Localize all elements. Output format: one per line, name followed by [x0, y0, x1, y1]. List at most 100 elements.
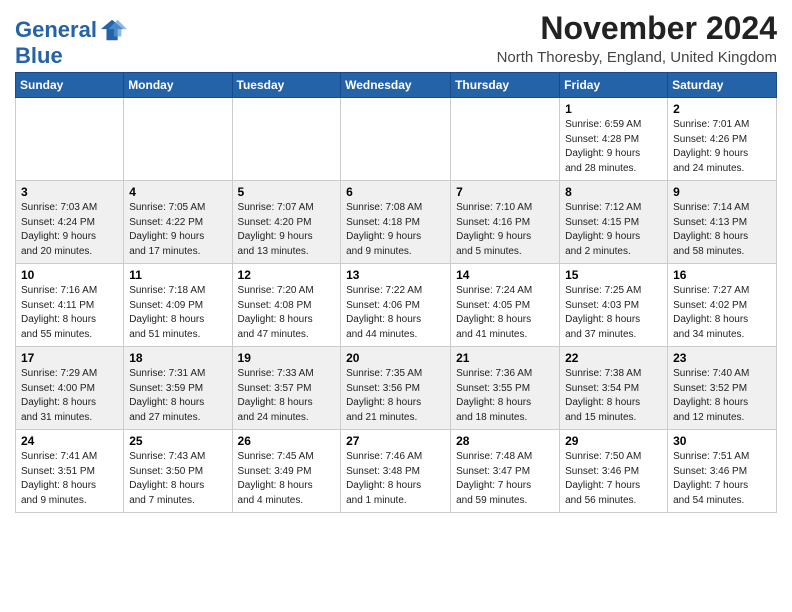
day-info: Sunrise: 7:31 AM Sunset: 3:59 PM Dayligh… — [129, 367, 226, 425]
calendar-cell: 13Sunrise: 7:22 AM Sunset: 4:06 PM Dayli… — [341, 264, 451, 347]
weekday-header-thursday: Thursday — [451, 73, 560, 98]
calendar-cell: 18 Sunrise: 7:31 AM Sunset: 3:59 PM Dayli… — [124, 347, 232, 430]
day-number: 3 — [21, 185, 118, 199]
day-info: Sunrise: 7:27 AM Sunset: 4:02 PM Dayligh… — [673, 284, 771, 342]
logo-text: General — [15, 18, 97, 42]
calendar-cell: 21Sunrise: 7:36 AM Sunset: 3:55 PM Dayli… — [451, 347, 560, 430]
day-number: 5 — [238, 185, 336, 199]
day-info: Sunrise: 7:33 AM Sunset: 3:57 PM Dayligh… — [238, 367, 336, 425]
day-number: 2 — [673, 102, 771, 116]
calendar-cell: 26 Sunrise: 7:45 AM Sunset: 3:49 PM Dayli… — [232, 430, 341, 513]
calendar-cell: 2 Sunrise: 7:01 AM Sunset: 4:26 PM Daylig… — [668, 98, 777, 181]
day-number: 9 — [673, 185, 771, 199]
weekday-header-tuesday: Tuesday — [232, 73, 341, 98]
calendar-cell: 20 Sunrise: 7:35 AM Sunset: 3:56 PM Dayli… — [341, 347, 451, 430]
day-info: Sunrise: 7:46 AM Sunset: 3:48 PM Dayligh… — [346, 450, 445, 508]
day-info: Sunrise: 7:29 AM Sunset: 4:00 PM Dayligh… — [21, 367, 118, 425]
day-info: Sunrise: 7:43 AM Sunset: 3:50 PM Dayligh… — [129, 450, 226, 508]
calendar-cell: 19 Sunrise: 7:33 AM Sunset: 3:57 PM Dayli… — [232, 347, 341, 430]
weekday-header-monday: Monday — [124, 73, 232, 98]
header: General Blue November 2024 North Thoresb… — [15, 10, 777, 68]
calendar-cell: 24 Sunrise: 7:41 AM Sunset: 3:51 PM Dayli… — [16, 430, 124, 513]
weekday-header-saturday: Saturday — [668, 73, 777, 98]
calendar-cell: 5 Sunrise: 7:07 AM Sunset: 4:20 PM Daylig… — [232, 181, 341, 264]
day-number: 26 — [238, 434, 336, 448]
calendar-cell — [451, 98, 560, 181]
location-title: North Thoresby, England, United Kingdom — [497, 49, 777, 66]
calendar-cell: 10 Sunrise: 7:16 AM Sunset: 4:11 PM Dayli… — [16, 264, 124, 347]
weekday-header-friday: Friday — [560, 73, 668, 98]
week-row-5: 24 Sunrise: 7:41 AM Sunset: 3:51 PM Dayli… — [16, 430, 777, 513]
day-info: Sunrise: 7:35 AM Sunset: 3:56 PM Dayligh… — [346, 367, 445, 425]
calendar-cell: 16 Sunrise: 7:27 AM Sunset: 4:02 PM Dayli… — [668, 264, 777, 347]
day-info: Sunrise: 7:41 AM Sunset: 3:51 PM Dayligh… — [21, 450, 118, 508]
calendar-cell: 9Sunrise: 7:14 AM Sunset: 4:13 PM Daylig… — [668, 181, 777, 264]
day-info: Sunrise: 7:12 AM Sunset: 4:15 PM Dayligh… — [565, 201, 662, 259]
day-number: 1 — [565, 102, 662, 116]
calendar-cell: 12Sunrise: 7:20 AM Sunset: 4:08 PM Dayli… — [232, 264, 341, 347]
day-info: Sunrise: 7:07 AM Sunset: 4:20 PM Dayligh… — [238, 201, 336, 259]
day-number: 4 — [129, 185, 226, 199]
logo: General Blue — [15, 16, 127, 68]
day-info: Sunrise: 6:59 AM Sunset: 4:28 PM Dayligh… — [565, 118, 662, 176]
day-number: 27 — [346, 434, 445, 448]
day-number: 22 — [565, 351, 662, 365]
day-info: Sunrise: 7:45 AM Sunset: 3:49 PM Dayligh… — [238, 450, 336, 508]
calendar-cell — [16, 98, 124, 181]
day-number: 18 — [129, 351, 226, 365]
calendar-cell: 27 Sunrise: 7:46 AM Sunset: 3:48 PM Dayli… — [341, 430, 451, 513]
day-number: 16 — [673, 268, 771, 282]
day-number: 12 — [238, 268, 336, 282]
weekday-header-wednesday: Wednesday — [341, 73, 451, 98]
calendar-cell: 14 Sunrise: 7:24 AM Sunset: 4:05 PM Dayli… — [451, 264, 560, 347]
week-row-2: 3 Sunrise: 7:03 AM Sunset: 4:24 PM Daylig… — [16, 181, 777, 264]
day-number: 14 — [456, 268, 554, 282]
calendar-cell: 23Sunrise: 7:40 AM Sunset: 3:52 PM Dayli… — [668, 347, 777, 430]
day-info: Sunrise: 7:36 AM Sunset: 3:55 PM Dayligh… — [456, 367, 554, 425]
calendar-cell: 28 Sunrise: 7:48 AM Sunset: 3:47 PM Dayli… — [451, 430, 560, 513]
day-number: 30 — [673, 434, 771, 448]
day-number: 6 — [346, 185, 445, 199]
day-info: Sunrise: 7:08 AM Sunset: 4:18 PM Dayligh… — [346, 201, 445, 259]
calendar-table: SundayMondayTuesdayWednesdayThursdayFrid… — [15, 72, 777, 513]
day-info: Sunrise: 7:03 AM Sunset: 4:24 PM Dayligh… — [21, 201, 118, 259]
title-block: November 2024 North Thoresby, England, U… — [497, 10, 777, 66]
calendar-cell — [232, 98, 341, 181]
day-number: 7 — [456, 185, 554, 199]
day-number: 8 — [565, 185, 662, 199]
day-info: Sunrise: 7:24 AM Sunset: 4:05 PM Dayligh… — [456, 284, 554, 342]
day-number: 10 — [21, 268, 118, 282]
weekday-header-sunday: Sunday — [16, 73, 124, 98]
day-number: 24 — [21, 434, 118, 448]
calendar-cell: 1 Sunrise: 6:59 AM Sunset: 4:28 PM Daylig… — [560, 98, 668, 181]
day-number: 17 — [21, 351, 118, 365]
calendar-cell: 29Sunrise: 7:50 AM Sunset: 3:46 PM Dayli… — [560, 430, 668, 513]
day-info: Sunrise: 7:25 AM Sunset: 4:03 PM Dayligh… — [565, 284, 662, 342]
calendar-cell — [124, 98, 232, 181]
day-info: Sunrise: 7:01 AM Sunset: 4:26 PM Dayligh… — [673, 118, 771, 176]
day-info: Sunrise: 7:40 AM Sunset: 3:52 PM Dayligh… — [673, 367, 771, 425]
week-row-4: 17 Sunrise: 7:29 AM Sunset: 4:00 PM Dayli… — [16, 347, 777, 430]
day-info: Sunrise: 7:48 AM Sunset: 3:47 PM Dayligh… — [456, 450, 554, 508]
week-row-3: 10 Sunrise: 7:16 AM Sunset: 4:11 PM Dayli… — [16, 264, 777, 347]
day-info: Sunrise: 7:16 AM Sunset: 4:11 PM Dayligh… — [21, 284, 118, 342]
logo-blue-text: Blue — [15, 44, 127, 68]
week-row-1: 1 Sunrise: 6:59 AM Sunset: 4:28 PM Daylig… — [16, 98, 777, 181]
day-number: 25 — [129, 434, 226, 448]
logo-icon — [99, 16, 127, 44]
day-info: Sunrise: 7:38 AM Sunset: 3:54 PM Dayligh… — [565, 367, 662, 425]
calendar-cell: 8 Sunrise: 7:12 AM Sunset: 4:15 PM Daylig… — [560, 181, 668, 264]
day-info: Sunrise: 7:05 AM Sunset: 4:22 PM Dayligh… — [129, 201, 226, 259]
day-info: Sunrise: 7:10 AM Sunset: 4:16 PM Dayligh… — [456, 201, 554, 259]
day-number: 19 — [238, 351, 336, 365]
day-info: Sunrise: 7:50 AM Sunset: 3:46 PM Dayligh… — [565, 450, 662, 508]
day-number: 20 — [346, 351, 445, 365]
day-number: 28 — [456, 434, 554, 448]
calendar-cell: 30 Sunrise: 7:51 AM Sunset: 3:46 PM Dayli… — [668, 430, 777, 513]
day-info: Sunrise: 7:51 AM Sunset: 3:46 PM Dayligh… — [673, 450, 771, 508]
month-title: November 2024 — [497, 10, 777, 47]
calendar-cell: 6 Sunrise: 7:08 AM Sunset: 4:18 PM Daylig… — [341, 181, 451, 264]
calendar-cell: 11Sunrise: 7:18 AM Sunset: 4:09 PM Dayli… — [124, 264, 232, 347]
day-info: Sunrise: 7:18 AM Sunset: 4:09 PM Dayligh… — [129, 284, 226, 342]
day-info: Sunrise: 7:22 AM Sunset: 4:06 PM Dayligh… — [346, 284, 445, 342]
